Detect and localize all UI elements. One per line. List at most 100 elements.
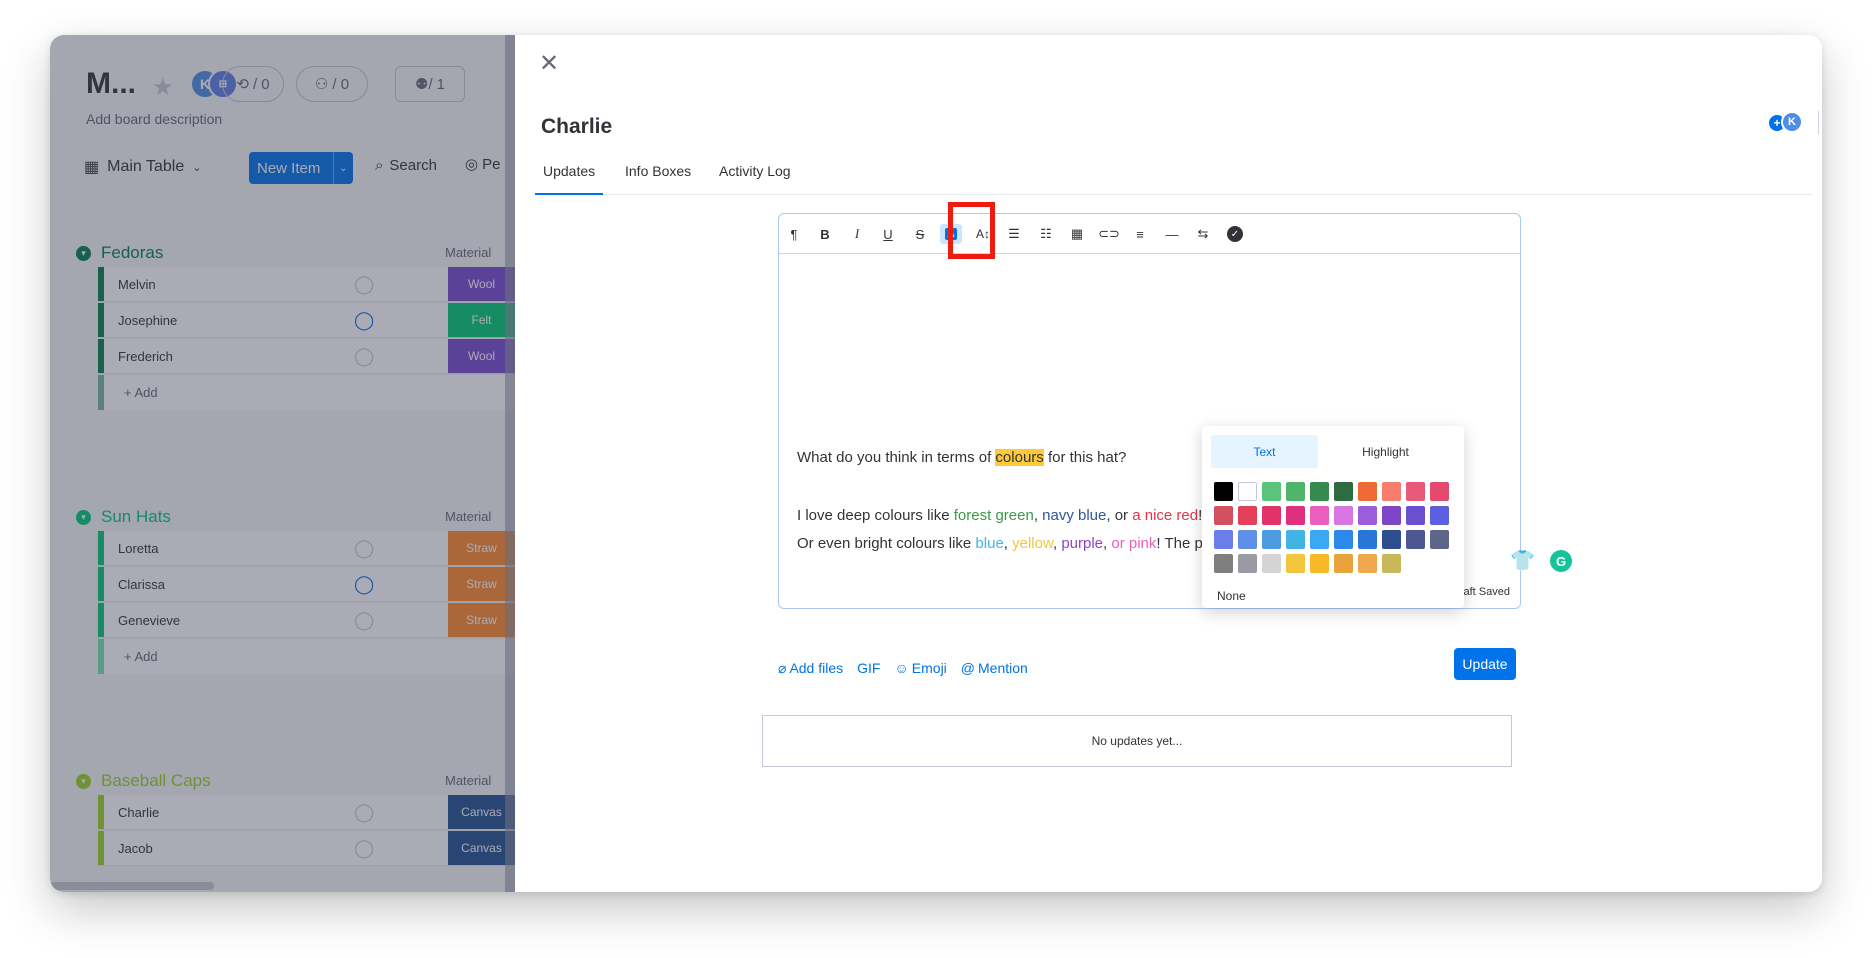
text-color-popup: Text Highlight None (1202, 426, 1464, 608)
color-swatch[interactable] (1382, 506, 1401, 525)
tab-activity-log[interactable]: Activity Log (711, 163, 799, 195)
gif-button[interactable]: GIF (857, 660, 880, 676)
color-swatch[interactable] (1334, 554, 1353, 573)
modal-backdrop[interactable] (50, 35, 515, 892)
paragraph-icon[interactable]: ¶ (783, 224, 805, 244)
color-swatch[interactable] (1430, 530, 1449, 549)
empty-feed-message: No updates yet... (762, 715, 1512, 767)
color-swatch[interactable] (1358, 530, 1377, 549)
editor-toolbar: ¶ B I U S A A↕ ☰ ☷ ▦ ⊂⊃ ≡ — ⇆ ✓ (779, 214, 1520, 254)
no-color-option[interactable]: None (1217, 589, 1246, 603)
colored-text: forest green (953, 507, 1034, 524)
color-swatch[interactable] (1214, 554, 1233, 573)
color-swatch[interactable] (1382, 554, 1401, 573)
editor-line[interactable]: I love deep colours like forest green, n… (797, 507, 1202, 524)
color-swatch[interactable] (1286, 530, 1305, 549)
text-run: What do you think in terms of (797, 449, 996, 466)
checklist-icon[interactable]: ✓ (1224, 224, 1246, 244)
grammarly-icon[interactable]: G (1550, 550, 1572, 572)
bullet-list-icon[interactable]: ☷ (1035, 224, 1057, 244)
text-run: , (1003, 535, 1013, 552)
color-swatch[interactable] (1262, 506, 1281, 525)
emoji-button[interactable]: ☺ Emoji (894, 660, 946, 676)
color-swatch[interactable] (1238, 530, 1257, 549)
strikethrough-icon[interactable]: S (909, 224, 931, 244)
direction-icon[interactable]: ⇆ (1192, 224, 1214, 244)
color-swatch[interactable] (1334, 482, 1353, 501)
color-swatch[interactable] (1286, 482, 1305, 501)
color-swatch[interactable] (1262, 530, 1281, 549)
align-icon[interactable]: ≡ (1129, 224, 1151, 244)
color-swatch[interactable] (1262, 554, 1281, 573)
colored-text: yellow (1012, 535, 1053, 552)
close-icon[interactable]: ✕ (539, 49, 559, 78)
color-swatch[interactable] (1382, 530, 1401, 549)
color-swatch[interactable] (1406, 482, 1425, 501)
text-run: for this hat? (1043, 449, 1127, 466)
colored-text: or pink (1111, 535, 1157, 552)
item-title[interactable]: Charlie (541, 115, 612, 139)
color-swatch[interactable] (1238, 506, 1257, 525)
color-swatch[interactable] (1334, 506, 1353, 525)
at-icon: @ (960, 660, 976, 676)
update-button[interactable]: Update (1454, 648, 1516, 680)
board-view: M... ★ K ⊞ ⟲ / 0 ⚇ / 0 ⚉/ 1 Add board de… (50, 35, 515, 892)
color-swatch[interactable] (1430, 506, 1449, 525)
color-swatch[interactable] (1406, 506, 1425, 525)
color-swatch[interactable] (1406, 530, 1425, 549)
colored-text: blue (975, 535, 1004, 552)
text-run: Or even bright colours like (797, 535, 976, 552)
text-run: , or (1106, 507, 1133, 524)
color-swatch[interactable] (1382, 482, 1401, 501)
bold-icon[interactable]: B (814, 224, 836, 244)
color-swatch[interactable] (1310, 482, 1329, 501)
color-swatch[interactable] (1310, 530, 1329, 549)
tab-updates[interactable]: Updates (535, 163, 604, 195)
link-icon[interactable]: ⊂⊃ (1098, 224, 1120, 244)
editor-actions: ⌀ Add files GIF ☺ Emoji @ Mention (778, 653, 1028, 683)
add-files-button[interactable]: ⌀ Add files (778, 660, 843, 677)
tab-info-boxes[interactable]: Info Boxes (617, 163, 699, 195)
color-swatch[interactable] (1262, 482, 1281, 501)
color-swatch[interactable] (1310, 554, 1329, 573)
color-swatch[interactable] (1334, 530, 1353, 549)
color-swatch[interactable] (1238, 482, 1257, 501)
horizontal-scrollbar[interactable] (50, 882, 214, 890)
editor-line[interactable]: What do you think in terms of colours fo… (797, 449, 1126, 466)
panel-resize-handle[interactable] (505, 35, 515, 892)
color-swatch[interactable] (1430, 482, 1449, 501)
underline-icon[interactable]: U (877, 224, 899, 244)
colored-text: purple (1061, 535, 1104, 552)
divider (1818, 111, 1819, 135)
color-swatch[interactable] (1358, 506, 1377, 525)
panel-tabs: Updates Info Boxes Activity Log (535, 163, 1812, 195)
text-run: , (1033, 507, 1043, 524)
color-swatch[interactable] (1310, 506, 1329, 525)
annotation-highlight-box (948, 202, 995, 259)
color-swatch[interactable] (1214, 530, 1233, 549)
color-swatch[interactable] (1358, 554, 1377, 573)
mention-button[interactable]: @ Mention (961, 660, 1028, 676)
colored-text: navy blue (1042, 507, 1107, 524)
tab-text-color[interactable]: Text (1211, 435, 1318, 468)
color-swatch[interactable] (1214, 482, 1233, 501)
tab-highlight-color[interactable]: Highlight (1332, 435, 1439, 468)
color-swatch[interactable] (1286, 554, 1305, 573)
numbered-list-icon[interactable]: ☰ (1003, 224, 1025, 244)
italic-icon[interactable]: I (846, 224, 868, 244)
color-swatch[interactable] (1358, 482, 1377, 501)
color-swatch[interactable] (1214, 506, 1233, 525)
table-icon[interactable]: ▦ (1066, 224, 1088, 244)
smiley-icon: ☺ (894, 660, 909, 676)
color-swatch[interactable] (1238, 554, 1257, 573)
item-panel: ✕ Charlie + K ••• Updates Info Boxes Act… (515, 35, 1822, 892)
color-swatch[interactable] (1286, 506, 1305, 525)
avatar: K (1781, 111, 1803, 133)
paperclip-icon: ⌀ (778, 659, 787, 676)
subscribers-avatars[interactable]: + K (1769, 111, 1803, 135)
text-run: I love deep colours like (797, 507, 954, 524)
divider-icon[interactable]: — (1161, 224, 1183, 244)
update-editor[interactable]: ¶ B I U S A A↕ ☰ ☷ ▦ ⊂⊃ ≡ — ⇆ ✓ What do … (778, 213, 1521, 609)
app-window: M... ★ K ⊞ ⟲ / 0 ⚇ / 0 ⚉/ 1 Add board de… (50, 35, 1822, 892)
tshirt-icon[interactable]: 👕 (1510, 548, 1535, 573)
